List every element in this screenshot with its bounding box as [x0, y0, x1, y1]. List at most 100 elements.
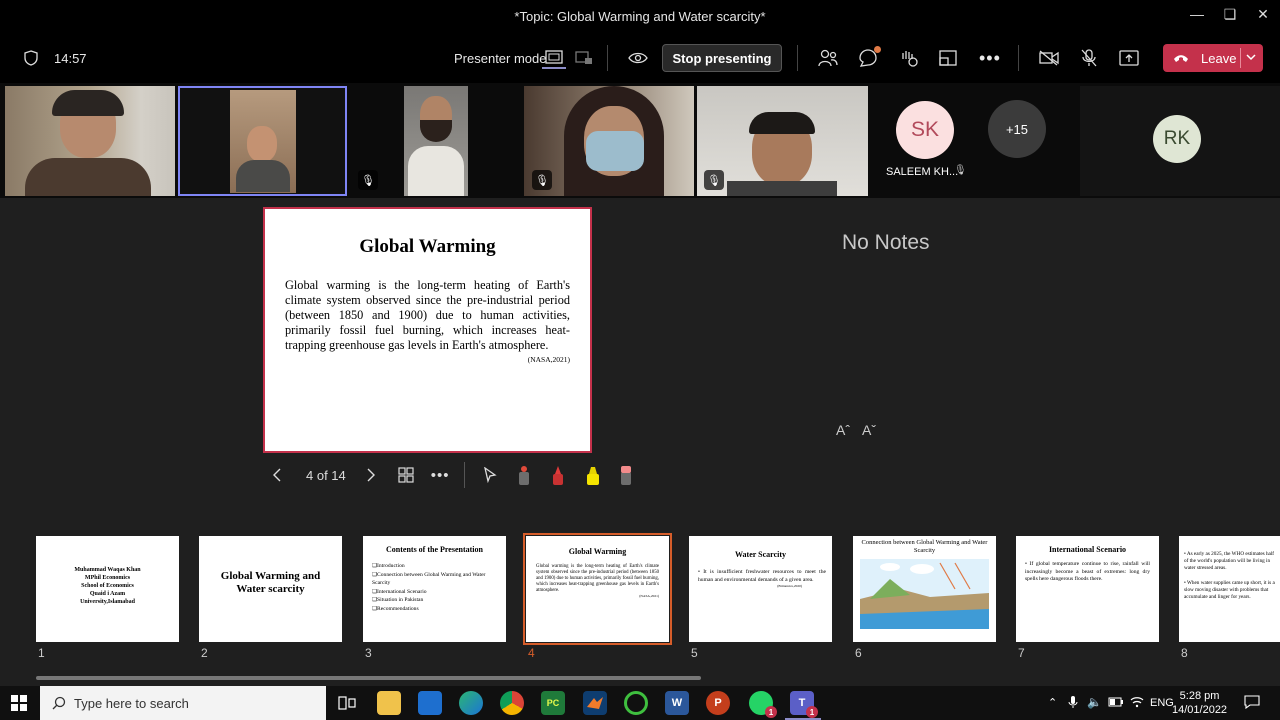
people-icon[interactable]	[818, 33, 838, 83]
thumb-title: International Scenario	[1048, 545, 1127, 554]
highlighter-icon[interactable]	[585, 464, 601, 486]
slide-navigation: 4 of 14 •••	[272, 460, 633, 490]
clock-time: 5:28 pm	[1179, 690, 1220, 702]
notification-dot-icon	[874, 46, 881, 53]
windows-start-icon[interactable]	[11, 695, 27, 711]
slide-thumbnail-strip: Muhammad Waqas Khan MPhil Economics Scho…	[0, 528, 1280, 688]
teams-icon[interactable]: T 1	[790, 691, 818, 718]
grid-view-icon[interactable]	[398, 467, 414, 483]
language-indicator[interactable]: ENG	[1150, 697, 1174, 709]
more-options-icon[interactable]: •••	[431, 467, 450, 484]
search-icon	[52, 696, 66, 710]
powerpoint-icon[interactable]: P	[706, 691, 730, 715]
store-icon[interactable]	[418, 691, 442, 715]
word-icon[interactable]: W	[665, 691, 689, 715]
laser-pointer-icon[interactable]	[517, 464, 531, 486]
slide-thumbnail[interactable]: Water Scarcity • It is insufficient fres…	[689, 536, 832, 642]
thumb-item: ❑Situation in Pakistan	[372, 597, 424, 603]
wifi-icon[interactable]	[1130, 696, 1144, 708]
participant-name: SALEEM KH...	[886, 166, 959, 178]
next-slide-icon[interactable]	[366, 468, 376, 482]
thumb-body: • When water supplies came up short, it …	[1184, 580, 1275, 600]
participant-video-tile[interactable]	[404, 86, 468, 196]
file-explorer-icon[interactable]	[377, 691, 401, 715]
notes-placeholder: No Notes	[842, 231, 930, 254]
horizontal-scrollbar[interactable]	[36, 676, 701, 680]
thumb-item: ❑Recommendations	[372, 605, 419, 612]
edge-browser-icon[interactable]	[459, 691, 483, 715]
participant-video-tile-active[interactable]	[178, 86, 347, 196]
minimize-button[interactable]: —	[1180, 6, 1214, 22]
battery-icon[interactable]	[1108, 697, 1124, 707]
eye-icon[interactable]	[628, 33, 648, 83]
chevron-down-icon[interactable]	[1245, 49, 1257, 65]
thumb-number: 4	[528, 646, 535, 660]
pointer-icon[interactable]	[483, 467, 497, 483]
thumb-line: MPhil Economics	[84, 575, 131, 581]
standout-layout-icon[interactable]	[542, 33, 566, 83]
decrease-font-button[interactable]: Aˇ	[862, 422, 876, 438]
previous-slide-icon[interactable]	[272, 468, 292, 482]
rooms-icon[interactable]	[939, 33, 957, 83]
sync-app-icon[interactable]	[624, 691, 648, 715]
leave-button[interactable]: Leave	[1163, 44, 1263, 72]
participant-video-tile[interactable]	[5, 86, 175, 196]
thumb-line: Quaid i Azam	[89, 591, 126, 597]
slide-thumbnail[interactable]: Global Warming and Water scarcity	[199, 536, 342, 642]
thumb-title: Contents of the Presentation	[386, 545, 483, 554]
avatar[interactable]: SK	[896, 101, 954, 159]
current-slide: Global Warming Global warming is the lon…	[263, 207, 592, 453]
overflow-participants-button[interactable]: +15	[988, 100, 1046, 158]
thumb-title: Water Scarcity	[734, 550, 787, 559]
chrome-icon[interactable]	[500, 691, 524, 715]
participant-video-strip: 🎙 🎙 🎙 SK SALEEM KH... 🎙 +15 RK	[0, 83, 1280, 198]
reactions-icon[interactable]	[899, 33, 919, 83]
increase-font-button[interactable]: Aˆ	[836, 422, 850, 438]
slide-thumbnail[interactable]: • As early as 2025, the WHO estimates ha…	[1179, 536, 1280, 642]
thumb-number: 2	[201, 646, 208, 660]
presentation-stage: Global Warming Global warming is the lon…	[0, 198, 1280, 528]
speaker-icon[interactable]: 🔈	[1087, 695, 1102, 709]
mic-off-icon[interactable]	[1080, 33, 1098, 83]
microphone-icon[interactable]	[1068, 695, 1078, 709]
thumb-number: 7	[1018, 646, 1025, 660]
shield-icon	[24, 33, 38, 83]
chat-icon[interactable]	[858, 33, 881, 83]
eraser-icon[interactable]	[619, 464, 633, 486]
title-bar: *Topic: Global Warming and Water scarcit…	[0, 0, 1280, 33]
pycharm-icon[interactable]: PC	[541, 691, 565, 715]
system-clock[interactable]: 5:28 pm 14/01/2022	[1172, 689, 1227, 717]
slide-thumbnail[interactable]: Muhammad Waqas Khan MPhil Economics Scho…	[36, 536, 179, 642]
thumb-title: Global Warming	[568, 547, 627, 556]
notification-center-icon[interactable]	[1244, 695, 1260, 709]
chevron-up-icon[interactable]: ⌃	[1048, 696, 1057, 709]
thumb-body: • As early as 2025, the WHO estimates ha…	[1184, 551, 1275, 571]
thumb-cite: (Britannica,2020)	[777, 584, 802, 588]
thumb-body: Global warming is the long-term heating …	[536, 564, 659, 593]
maximize-button[interactable]: ❏	[1213, 6, 1247, 23]
close-button[interactable]: ✕	[1246, 6, 1280, 23]
whatsapp-icon[interactable]: 1	[749, 691, 777, 718]
matlab-icon[interactable]	[583, 691, 607, 715]
slide-thumbnail-selected[interactable]: Global Warming Global warming is the lon…	[523, 533, 672, 645]
slide-citation: (NASA,2021)	[527, 355, 570, 364]
share-tray-icon[interactable]	[1119, 33, 1139, 83]
side-by-side-layout-icon[interactable]	[575, 33, 593, 83]
slide-thumbnail[interactable]: Connection between Global Warming and Wa…	[853, 536, 996, 642]
slide-thumbnail[interactable]: Contents of the Presentation ❑Introducti…	[363, 536, 506, 642]
stop-presenting-button[interactable]: Stop presenting	[662, 44, 782, 72]
task-view-icon[interactable]	[335, 691, 359, 715]
taskbar-search-box[interactable]: Type here to search	[40, 686, 326, 720]
slide-thumbnail[interactable]: International Scenario • If global tempe…	[1016, 536, 1159, 642]
mic-off-icon: 🎙	[532, 170, 552, 190]
participant-tile[interactable]: RK	[1080, 86, 1280, 196]
mic-icon: 🎙	[954, 165, 967, 176]
clock-date: 14/01/2022	[1172, 704, 1228, 716]
more-options-icon[interactable]: •••	[979, 33, 1001, 83]
pen-icon[interactable]	[551, 464, 565, 486]
thumb-line: School of Economics	[81, 583, 134, 589]
thumb-title: Connection between Global Warming and Wa…	[861, 539, 988, 554]
camera-off-icon[interactable]	[1039, 33, 1059, 83]
water-cycle-diagram	[860, 559, 989, 629]
thumb-line: Muhammad Waqas Khan	[74, 567, 141, 573]
